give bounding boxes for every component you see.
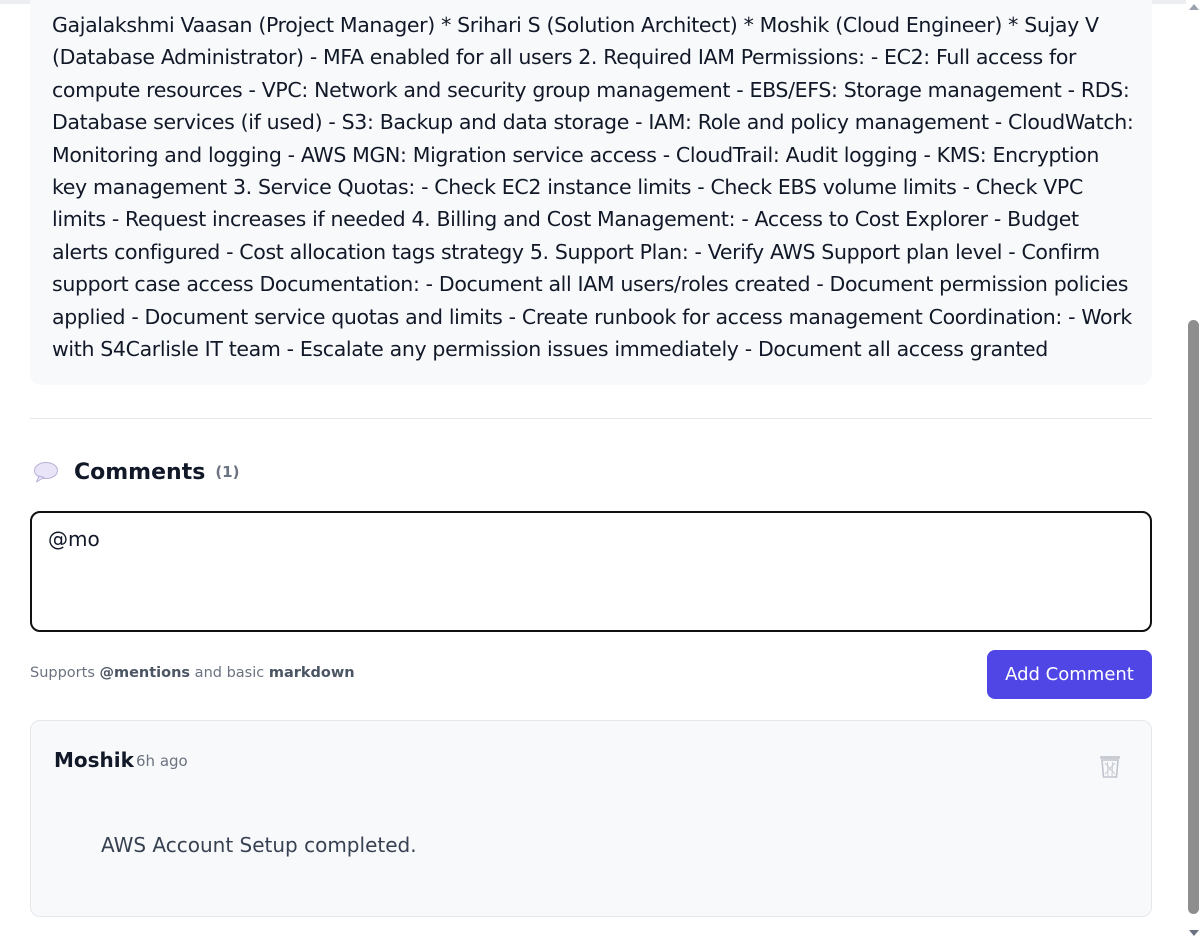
- markdown-hint: Supports @mentions and basic markdown: [30, 665, 355, 681]
- comment-card: Moshik 6h ago AWS Account Setup complete…: [30, 720, 1152, 917]
- comments-count: (1): [215, 463, 240, 481]
- hint-markdown: markdown: [268, 665, 355, 681]
- scroll-up-arrow-icon[interactable]: [1189, 4, 1199, 10]
- trash-icon[interactable]: [1098, 753, 1122, 779]
- comment-body: AWS Account Setup completed.: [101, 833, 417, 857]
- comment-timestamp: 6h ago: [136, 752, 188, 770]
- hint-middle: and basic: [190, 665, 269, 681]
- scroll-down-arrow-icon[interactable]: [1189, 930, 1199, 936]
- add-comment-button[interactable]: Add Comment: [987, 650, 1152, 699]
- comments-header: Comments (1): [33, 455, 239, 489]
- task-detail-page: Gajalakshmi Vaasan (Project Manager) * S…: [0, 0, 1201, 943]
- section-divider: [30, 418, 1152, 419]
- description-text: Gajalakshmi Vaasan (Project Manager) * S…: [52, 13, 1134, 362]
- comments-title: Comments: [74, 459, 206, 485]
- comment-input[interactable]: [30, 511, 1152, 632]
- comment-author: Moshik: [54, 748, 134, 772]
- scrollbar-thumb[interactable]: [1188, 320, 1199, 914]
- hint-mentions: @mentions: [99, 665, 191, 681]
- speech-bubble-icon: [34, 462, 58, 483]
- hint-prefix: Supports: [30, 665, 100, 681]
